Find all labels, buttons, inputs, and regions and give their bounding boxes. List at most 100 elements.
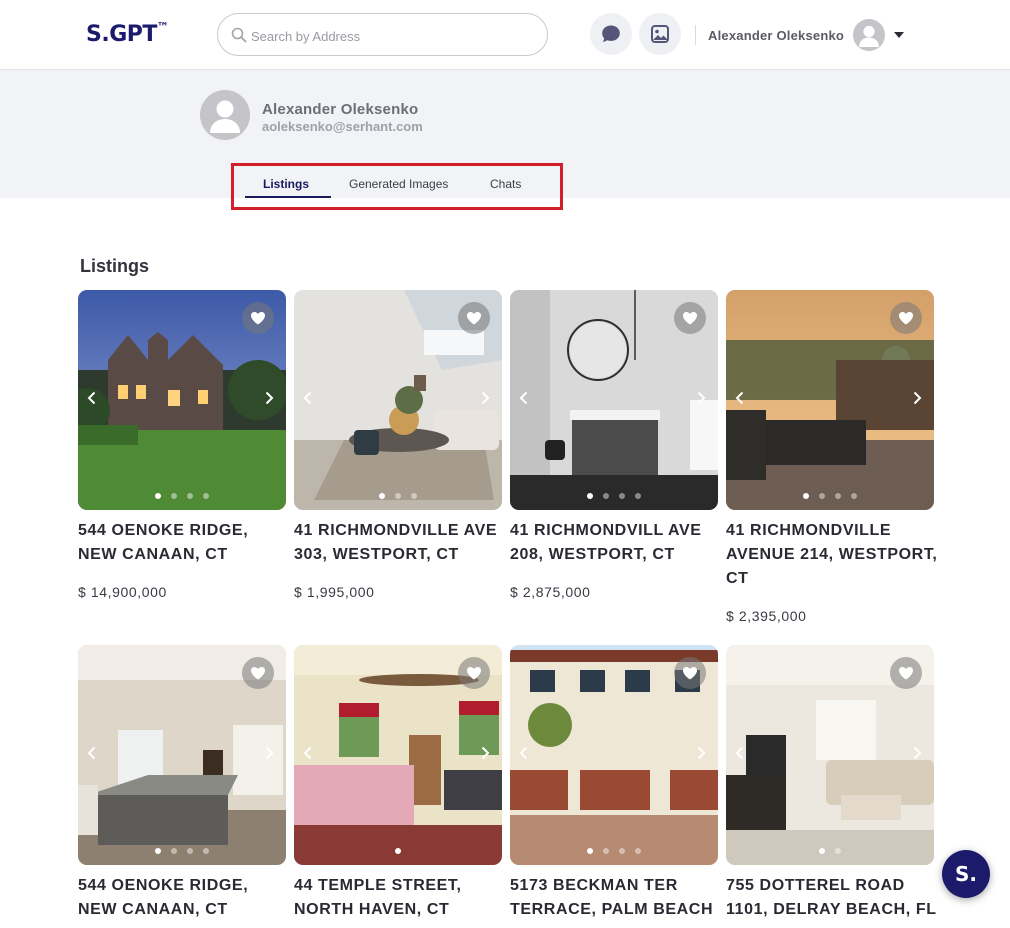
pagination-dot[interactable] [635,493,641,499]
profile-email: aoleksenko@serhant.com [262,119,423,134]
search-input[interactable] [251,26,531,46]
listing-photo[interactable] [510,645,718,865]
pagination-dot[interactable] [155,848,161,854]
pagination-dot[interactable] [187,848,193,854]
next-photo-button[interactable] [478,388,492,408]
pagination-dot[interactable] [819,848,825,854]
logo[interactable]: S.GPT™ [86,20,169,47]
prev-photo-button[interactable] [84,388,98,408]
active-tab-indicator [245,196,331,198]
pagination-dot[interactable] [155,493,161,499]
listing-price: $ 14,900,000 [78,584,167,600]
pagination-dot[interactable] [587,493,593,499]
favorite-button[interactable] [242,302,274,334]
chevron-right-icon [265,746,273,760]
listing-address[interactable]: 44 TEMPLE STREET, NORTH HAVEN, CT [294,874,506,922]
listing-address[interactable]: 5173 BECKMAN TER TERRACE, PALM BEACH [510,874,722,922]
pagination-dot[interactable] [603,848,609,854]
logo-text: S.GPT [86,22,157,47]
pagination-dot[interactable] [851,493,857,499]
pagination-dot[interactable] [203,848,209,854]
top-header: S.GPT™ Alexander Oleksenko [0,0,1010,70]
caret-down-icon[interactable] [894,32,904,38]
pagination-dot[interactable] [411,493,417,499]
chevron-right-icon [913,391,921,405]
listing-address[interactable]: 755 DOTTEREL ROAD 1101, DELRAY BEACH, FL [726,874,938,922]
photo-pagination [78,493,286,499]
listing-photo[interactable] [294,645,502,865]
prev-photo-button[interactable] [516,743,530,763]
heart-icon [251,312,265,325]
search-icon [231,27,247,43]
logo-trademark: ™ [156,20,169,34]
prev-photo-button[interactable] [732,388,746,408]
pagination-dot[interactable] [619,493,625,499]
favorite-button[interactable] [890,302,922,334]
listing-photo[interactable] [78,290,286,510]
next-photo-button[interactable] [694,388,708,408]
favorite-button[interactable] [674,302,706,334]
pagination-dot[interactable] [187,493,193,499]
next-photo-button[interactable] [910,388,924,408]
listing-address[interactable]: 544 OENOKE RIDGE, NEW CANAAN, CT [78,874,290,922]
pagination-dot[interactable] [803,493,809,499]
header-user-name[interactable]: Alexander Oleksenko [708,28,844,43]
listing-photo[interactable] [294,290,502,510]
tab-chats[interactable]: Chats [490,177,521,191]
favorite-button[interactable] [890,657,922,689]
photo-pagination [510,493,718,499]
prev-photo-button[interactable] [732,743,746,763]
pagination-dot[interactable] [603,493,609,499]
chevron-left-icon [303,746,311,760]
chevron-right-icon [697,391,705,405]
pagination-dot[interactable] [171,493,177,499]
listing-photo[interactable] [78,645,286,865]
listing-address[interactable]: 41 RICHMONDVILLE AVE 303, WESTPORT, CT [294,519,506,567]
pagination-dot[interactable] [635,848,641,854]
next-photo-button[interactable] [262,388,276,408]
listing-address[interactable]: 41 RICHMONDVILL AVE 208, WESTPORT, CT [510,519,722,567]
prev-photo-button[interactable] [300,388,314,408]
heart-icon [467,312,481,325]
chevron-right-icon [913,746,921,760]
favorite-button[interactable] [674,657,706,689]
photo-pagination [510,848,718,854]
generated-images-button[interactable] [639,13,681,55]
pagination-dot[interactable] [835,493,841,499]
favorite-button[interactable] [242,657,274,689]
pagination-dot[interactable] [203,493,209,499]
listing-address[interactable]: 544 OENOKE RIDGE, NEW CANAAN, CT [78,519,290,567]
avatar-icon[interactable] [853,19,885,51]
chevron-right-icon [481,746,489,760]
next-photo-button[interactable] [910,743,924,763]
tab-listings[interactable]: Listings [263,177,309,191]
chat-bubble-icon [602,25,620,43]
prev-photo-button[interactable] [84,743,98,763]
heart-icon [251,667,265,680]
pagination-dot[interactable] [395,493,401,499]
pagination-dot[interactable] [587,848,593,854]
pagination-dot[interactable] [819,493,825,499]
tab-generated-images[interactable]: Generated Images [349,177,448,191]
favorite-button[interactable] [458,657,490,689]
chat-button[interactable] [590,13,632,55]
prev-photo-button[interactable] [300,743,314,763]
pagination-dot[interactable] [619,848,625,854]
search-box[interactable] [217,13,548,56]
profile-tabs: Listings Generated Images Chats [231,163,563,210]
listing-address[interactable]: 41 RICHMONDVILLE AVENUE 214, WESTPORT, C… [726,519,938,591]
favorite-button[interactable] [458,302,490,334]
listing-photo[interactable] [726,290,934,510]
prev-photo-button[interactable] [516,388,530,408]
listing-photo[interactable] [726,645,934,865]
pagination-dot[interactable] [835,848,841,854]
pagination-dot[interactable] [379,493,385,499]
photo-pagination [294,848,502,854]
pagination-dot[interactable] [171,848,177,854]
listing-photo[interactable] [510,290,718,510]
next-photo-button[interactable] [694,743,708,763]
next-photo-button[interactable] [262,743,276,763]
sgpt-assistant-button[interactable]: S. [942,850,990,898]
next-photo-button[interactable] [478,743,492,763]
pagination-dot[interactable] [395,848,401,854]
